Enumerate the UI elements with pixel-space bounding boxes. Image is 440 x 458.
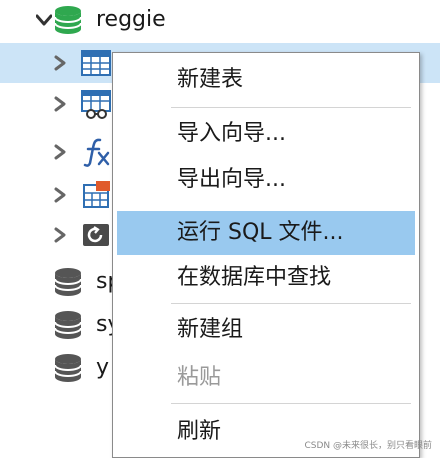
menu-item-label: 导出向导... (177, 167, 286, 192)
chevron-right-icon[interactable] (48, 84, 72, 124)
menu-item-label: 新建组 (177, 317, 244, 342)
menu-separator (171, 107, 411, 108)
tree-item-label: reggie (96, 7, 166, 32)
menu-separator (171, 403, 411, 404)
event-icon (80, 179, 112, 211)
menu-item-export-wizard[interactable]: 导出向导... (117, 159, 415, 201)
menu-item-new-group[interactable]: 新建组 (117, 309, 415, 351)
chevron-right-icon[interactable] (48, 132, 72, 172)
menu-item-import-wizard[interactable]: 导入向导... (117, 113, 415, 155)
menu-item-label: 在数据库中查找 (177, 265, 332, 290)
menu-item-label: 导入向导... (177, 121, 286, 146)
watermark: CSDN @未来很长，别只看眼前 (304, 441, 432, 451)
menu-item-new-table[interactable]: 新建表 (117, 59, 415, 101)
function-icon (80, 136, 112, 168)
database-icon (52, 266, 84, 298)
chevron-right-icon[interactable] (48, 175, 72, 215)
menu-item-find-in-database[interactable]: 在数据库中查找 (117, 257, 415, 299)
menu-item-run-sql-file[interactable]: 运行 SQL 文件... (117, 211, 415, 255)
database-icon (52, 4, 84, 36)
table-icon (80, 47, 112, 79)
menu-item-label: 新建表 (177, 67, 244, 92)
menu-item-label: 刷新 (177, 419, 222, 444)
menu-separator (171, 303, 411, 304)
tree-item-label: y (96, 355, 110, 380)
view-icon (80, 88, 112, 120)
menu-item-label: 运行 SQL 文件... (177, 220, 344, 245)
context-menu: 新建表 导入向导... 导出向导... 运行 SQL 文件... 在数据库中查找… (112, 52, 420, 458)
menu-item-paste: 粘贴 (117, 357, 415, 399)
database-icon (52, 352, 84, 384)
chevron-right-icon[interactable] (48, 43, 72, 83)
backup-icon (80, 219, 112, 251)
menu-item-label: 粘贴 (177, 365, 222, 390)
database-icon (52, 309, 84, 341)
tree-item-reggie[interactable]: reggie (0, 0, 440, 40)
chevron-right-icon[interactable] (48, 215, 72, 255)
